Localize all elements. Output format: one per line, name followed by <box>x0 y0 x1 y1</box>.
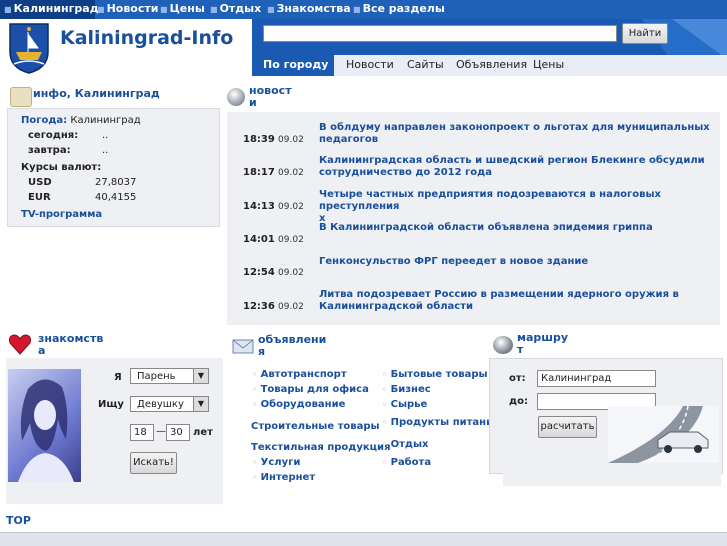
ads-title: объявлени я <box>258 333 327 358</box>
ad-category[interactable]: ◦ Оборудование <box>252 399 345 410</box>
top-link[interactable]: TOP <box>6 514 31 527</box>
ad-category[interactable]: ◦ Продукты питания <box>382 417 500 428</box>
seek-select[interactable]: Девушку ▼ <box>130 396 209 412</box>
age-from-input[interactable]: 18 <box>130 424 154 441</box>
topnav-item-leisure[interactable]: ■ Отдых <box>210 0 261 19</box>
ad-category[interactable]: ◦ Работа <box>382 457 431 468</box>
subnav-item-sites[interactable]: Сайты <box>407 55 444 76</box>
arrow-icon: ■ <box>353 5 361 14</box>
currency-value: 40,4155 <box>95 192 137 203</box>
route-panel-tail <box>503 473 721 486</box>
news-item: 14:13 09.02 <box>243 201 304 212</box>
tv-program-link[interactable]: TV-программа <box>21 209 102 220</box>
today-value: .. <box>102 130 109 141</box>
info-title: инфо, Калининград <box>33 87 160 100</box>
arrow-icon: ■ <box>267 5 275 14</box>
route-to-label: до: <box>509 396 528 407</box>
ad-category[interactable]: ◦ Товары для офиса <box>252 384 369 395</box>
ad-category[interactable]: ◦ Отдых <box>382 439 428 450</box>
ad-category[interactable]: ◦ Бизнес <box>382 384 431 395</box>
currency-code: USD <box>28 177 52 188</box>
topnav-item-all-sections[interactable]: ■ Все разделы <box>353 0 445 19</box>
news-item: 12:54 09.02 <box>243 267 304 278</box>
search-button[interactable]: Найти <box>622 23 668 44</box>
logo-text: Kaliningrad-Info <box>60 27 234 49</box>
news-link[interactable]: В облдуму направлен законопроект о льгот… <box>319 122 710 146</box>
news-link[interactable]: Четыре частных предприятия подозреваются… <box>319 189 727 225</box>
currency-code: EUR <box>28 192 51 203</box>
route-title: маршру т <box>517 331 569 356</box>
route-from-label: от: <box>509 373 526 384</box>
ad-category[interactable]: ◦ Услуги <box>252 457 300 468</box>
rates-label: Курсы валют: <box>21 162 102 173</box>
subnav-item-news[interactable]: Новости <box>346 55 394 76</box>
news-link[interactable]: Калининградская область и шведский регио… <box>319 155 705 179</box>
tomorrow-label: завтра: <box>28 145 71 156</box>
tomorrow-value: .. <box>102 145 109 156</box>
news-item: 18:17 09.02 <box>243 167 304 178</box>
dating-search-button[interactable]: Искать! <box>130 452 177 474</box>
ad-category[interactable]: ◦ Автотранспорт <box>252 369 347 380</box>
ad-category[interactable]: ◦ Сырье <box>382 399 427 410</box>
weather-city: Калининград <box>70 115 141 126</box>
coat-of-arms-icon <box>9 23 49 74</box>
route-from-input[interactable]: Калининград <box>537 370 656 387</box>
car-road-image <box>608 406 719 463</box>
info-icon <box>10 87 32 107</box>
age-dash: — <box>156 426 166 437</box>
age-to-input[interactable]: 30 <box>166 424 190 441</box>
chevron-down-icon: ▼ <box>193 369 208 383</box>
woman-portrait-icon <box>18 379 74 482</box>
search-input[interactable] <box>263 25 617 42</box>
news-globe-icon <box>227 88 245 106</box>
news-item: 12:36 09.02 <box>243 301 304 312</box>
topnav-item-news[interactable]: ■ Новости <box>97 0 158 19</box>
ad-category[interactable]: Текстильная продукция <box>251 442 391 453</box>
ad-category[interactable]: Строительные товары <box>251 421 380 432</box>
news-link[interactable]: Литва подозревает Россию в размещении яд… <box>319 289 679 313</box>
currency-value: 27,8037 <box>95 177 137 188</box>
dating-title: знакомств а <box>38 332 104 357</box>
i-select[interactable]: Парень ▼ <box>130 368 209 384</box>
weather-row: Погода: Калининград <box>21 115 141 126</box>
arrow-icon: ■ <box>4 5 12 14</box>
dating-photo <box>8 369 81 482</box>
envelope-icon <box>232 339 254 354</box>
topnav-item-prices[interactable]: ■ Цены <box>160 0 205 19</box>
weather-link[interactable]: Погода: <box>21 115 67 126</box>
route-wheel-icon <box>493 336 513 354</box>
heart-icon <box>9 334 31 355</box>
arrow-icon: ■ <box>160 5 168 14</box>
today-label: сегодня: <box>28 130 79 141</box>
subnav-item-ads[interactable]: Объявления <box>456 55 527 76</box>
ad-category[interactable]: ◦ Бытовые товары <box>382 369 488 380</box>
arrow-icon: ■ <box>210 5 218 14</box>
news-item: 14:01 09.02 <box>243 234 304 245</box>
news-item: 18:39 09.02 <box>243 134 304 145</box>
chevron-down-icon: ▼ <box>193 397 208 411</box>
age-unit: лет <box>193 427 213 438</box>
news-link[interactable]: В Калининградской области объявлена эпид… <box>319 222 653 234</box>
calculate-route-button[interactable]: расчитать <box>538 416 597 438</box>
seek-label: Ищу <box>98 399 124 410</box>
news-link[interactable]: Генконсульство ФРГ переедет в новое здан… <box>319 256 588 268</box>
subnav-item-prices[interactable]: Цены <box>533 55 564 76</box>
i-label: Я <box>114 372 122 383</box>
arrow-icon: ■ <box>97 5 105 14</box>
logo-area[interactable]: Kaliningrad-Info <box>0 19 252 76</box>
footer-bar <box>0 532 727 546</box>
subnav-item-city[interactable]: По городу <box>252 55 334 76</box>
topnav-item-dating[interactable]: ■ Знакомства <box>267 0 351 19</box>
topnav-item-kaliningrad[interactable]: ■ Калининград <box>0 0 99 19</box>
news-title: новост и <box>249 84 292 109</box>
ad-category[interactable]: ◦ Интернет <box>252 472 315 483</box>
